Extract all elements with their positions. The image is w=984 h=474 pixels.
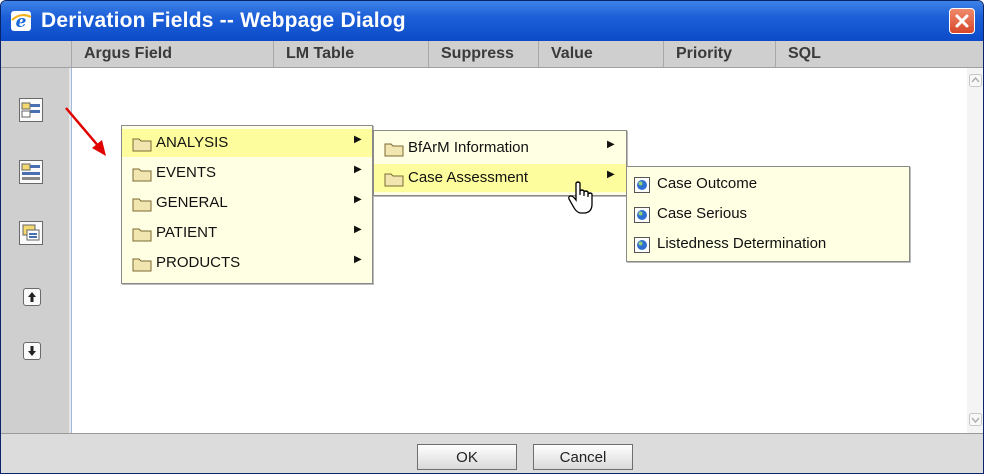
column-header-lm-table[interactable]: LM Table xyxy=(273,41,428,67)
menu-item-label: BfArM Information xyxy=(408,139,529,156)
cancel-button[interactable]: Cancel xyxy=(533,444,633,470)
menu-item-label: Listedness Determination xyxy=(657,235,827,252)
menu-item-case-outcome[interactable]: Case Outcome xyxy=(627,170,909,198)
move-up-button[interactable] xyxy=(23,288,41,306)
copy-field-button[interactable] xyxy=(19,221,43,245)
folder-icon xyxy=(132,138,152,152)
context-menu-level1: ANALYSIS ▶ EVENTS ▶ GENERAL ▶ PATIENT ▶ … xyxy=(121,125,373,284)
field-globe-icon xyxy=(634,177,650,193)
menu-item-products[interactable]: PRODUCTS ▶ xyxy=(122,249,372,277)
folder-icon xyxy=(384,173,404,187)
field-globe-icon xyxy=(634,207,650,223)
submenu-arrow-icon: ▶ xyxy=(354,134,362,145)
grid-header: Argus Field LM Table Suppress Value Prio… xyxy=(1,41,983,68)
folder-icon xyxy=(132,198,152,212)
arrow-down-icon xyxy=(28,346,36,356)
menu-item-listedness-determination[interactable]: Listedness Determination xyxy=(627,230,909,258)
add-field-icon xyxy=(21,102,40,118)
folder-icon xyxy=(132,168,152,182)
submenu-arrow-icon: ▶ xyxy=(354,164,362,175)
folder-icon xyxy=(132,258,152,272)
menu-item-patient[interactable]: PATIENT ▶ xyxy=(122,219,372,247)
column-header-suppress[interactable]: Suppress xyxy=(428,41,538,67)
submenu-arrow-icon: ▶ xyxy=(607,139,615,150)
folder-icon xyxy=(132,228,152,242)
close-button[interactable] xyxy=(949,8,975,34)
menu-item-bfarm-information[interactable]: BfArM Information ▶ xyxy=(374,134,626,162)
column-header-value[interactable]: Value xyxy=(538,41,663,67)
submenu-arrow-icon: ▶ xyxy=(354,254,362,265)
menu-item-analysis[interactable]: ANALYSIS ▶ xyxy=(122,129,372,157)
column-header-sql[interactable]: SQL xyxy=(775,41,983,67)
column-header-priority[interactable]: Priority xyxy=(663,41,775,67)
copy-field-icon xyxy=(22,224,40,241)
submenu-arrow-icon: ▶ xyxy=(354,194,362,205)
arrow-up-icon xyxy=(28,292,36,302)
close-icon xyxy=(955,14,969,28)
menu-item-label: EVENTS xyxy=(156,164,217,181)
side-toolbar xyxy=(1,68,69,433)
menu-item-case-serious[interactable]: Case Serious xyxy=(627,200,909,228)
move-down-button[interactable] xyxy=(23,342,41,360)
title-bar[interactable]: e Derivation Fields -- Webpage Dialog xyxy=(1,1,983,41)
menu-item-label: PATIENT xyxy=(156,224,218,241)
submenu-arrow-icon: ▶ xyxy=(354,224,362,235)
edit-field-icon xyxy=(21,163,40,180)
context-menu-level3: Case Outcome Case Serious Listedness Det… xyxy=(626,166,910,262)
menu-item-events[interactable]: EVENTS ▶ xyxy=(122,159,372,187)
scroll-up-icon[interactable] xyxy=(969,74,982,87)
edit-field-button[interactable] xyxy=(19,160,43,184)
menu-item-label: ANALYSIS xyxy=(156,134,229,151)
menu-item-label: Case Serious xyxy=(657,205,748,222)
dialog-title: Derivation Fields -- Webpage Dialog xyxy=(41,9,406,32)
add-field-button[interactable] xyxy=(19,98,43,122)
vertical-scrollbar[interactable] xyxy=(967,68,983,433)
field-globe-icon xyxy=(634,237,650,253)
menu-item-label: Case Outcome xyxy=(657,175,758,192)
menu-item-label: Case Assessment xyxy=(408,169,529,186)
scroll-down-icon[interactable] xyxy=(969,413,982,426)
menu-item-general[interactable]: GENERAL ▶ xyxy=(122,189,372,217)
hand-pointer-cursor-icon xyxy=(568,181,593,214)
menu-item-label: GENERAL xyxy=(156,194,228,211)
ok-button[interactable]: OK xyxy=(417,444,517,470)
column-header-argus-field[interactable]: Argus Field xyxy=(71,41,273,67)
internet-explorer-icon: e xyxy=(11,11,32,32)
submenu-arrow-icon: ▶ xyxy=(607,169,615,180)
menu-item-label: PRODUCTS xyxy=(156,254,241,271)
dialog-footer: OK Cancel xyxy=(1,433,983,473)
annotation-arrow xyxy=(65,107,106,156)
folder-icon xyxy=(384,143,404,157)
